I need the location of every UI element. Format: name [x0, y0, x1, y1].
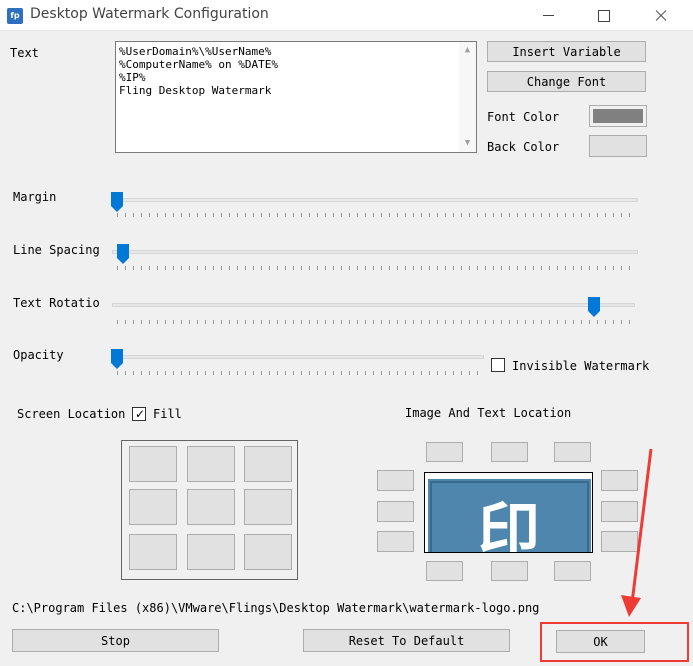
- text-rotation-slider-thumb[interactable]: [588, 297, 600, 317]
- text-rotation-slider-ticks: [117, 320, 631, 324]
- back-color-label: Back Color: [487, 140, 560, 154]
- back-color-swatch[interactable]: [589, 135, 647, 157]
- opacity-label: Opacity: [13, 348, 64, 362]
- font-color-fill: [593, 109, 643, 123]
- text-rotation-label: Text Rotatio: [13, 296, 100, 310]
- watermark-logo-preview: 印: [424, 472, 593, 553]
- location-bottom-left[interactable]: [426, 561, 463, 581]
- screen-location-middle-left[interactable]: [129, 489, 177, 525]
- logo-file-path: C:\Program Files (x86)\VMware\Flings\Des…: [12, 601, 540, 615]
- opacity-slider-thumb[interactable]: [111, 349, 123, 369]
- text-line: %UserDomain%\%UserName%: [119, 45, 272, 58]
- image-text-location-label: Image And Text Location: [405, 406, 572, 420]
- scroll-up-icon[interactable]: ▲: [459, 42, 476, 59]
- stop-button[interactable]: Stop: [12, 629, 219, 652]
- app-icon: fp: [7, 8, 23, 24]
- minimize-icon[interactable]: [526, 0, 572, 31]
- font-color-label: Font Color: [487, 110, 560, 124]
- screen-location-top-center[interactable]: [187, 446, 235, 482]
- fill-label: Fill: [153, 407, 182, 421]
- watermark-text-content: %UserDomain%\%UserName% %ComputerName% o…: [119, 45, 454, 97]
- location-bottom-right[interactable]: [554, 561, 591, 581]
- screen-location-grid: [121, 440, 298, 580]
- screen-location-middle-right[interactable]: [244, 489, 292, 525]
- text-rotation-slider-track[interactable]: [112, 303, 635, 307]
- maximize-icon[interactable]: [580, 0, 626, 31]
- location-top-center[interactable]: [491, 442, 528, 462]
- title-bar: fp Desktop Watermark Configuration: [0, 0, 693, 31]
- margin-slider-ticks: [117, 213, 637, 217]
- invisible-watermark-label: Invisible Watermark: [512, 359, 650, 373]
- vertical-scrollbar[interactable]: ▲ ▼: [459, 42, 476, 152]
- screen-location-top-left[interactable]: [129, 446, 177, 482]
- screen-location-label: Screen Location: [17, 407, 126, 421]
- ok-highlight-box: [540, 622, 689, 662]
- reset-default-button[interactable]: Reset To Default: [303, 629, 510, 652]
- text-line: %ComputerName% on %DATE%: [119, 58, 278, 71]
- seal-logo-icon: 印: [425, 473, 592, 553]
- screen-location-center[interactable]: [187, 489, 235, 525]
- location-left-bottom[interactable]: [377, 531, 414, 552]
- invisible-watermark-checkbox[interactable]: [491, 358, 505, 372]
- fill-checkbox[interactable]: ✓: [132, 407, 146, 421]
- screen-location-bottom-center[interactable]: [187, 534, 235, 570]
- line-spacing-slider-track[interactable]: [112, 250, 638, 254]
- text-line: Fling Desktop Watermark: [119, 84, 272, 97]
- seal-glyph: 印: [478, 495, 540, 553]
- text-label: Text: [10, 46, 39, 60]
- location-top-left[interactable]: [426, 442, 463, 462]
- location-bottom-center[interactable]: [491, 561, 528, 581]
- line-spacing-label: Line Spacing: [13, 243, 100, 257]
- location-top-right[interactable]: [554, 442, 591, 462]
- insert-variable-button[interactable]: Insert Variable: [487, 41, 646, 62]
- opacity-slider-ticks: [117, 371, 483, 375]
- red-arrow-icon: [621, 448, 653, 617]
- close-icon[interactable]: [638, 0, 684, 31]
- location-left-top[interactable]: [377, 470, 414, 491]
- line-spacing-slider-ticks: [117, 266, 637, 270]
- line-spacing-slider-thumb[interactable]: [117, 244, 129, 264]
- font-color-swatch[interactable]: [589, 105, 647, 127]
- margin-slider-thumb[interactable]: [111, 192, 123, 212]
- margin-label: Margin: [13, 190, 57, 204]
- screen-location-top-right[interactable]: [244, 446, 292, 482]
- change-font-button[interactable]: Change Font: [487, 71, 646, 92]
- opacity-slider-track[interactable]: [112, 355, 484, 359]
- margin-slider-track[interactable]: [112, 198, 638, 202]
- screen-location-bottom-right[interactable]: [244, 534, 292, 570]
- window-title: Desktop Watermark Configuration: [30, 6, 269, 22]
- text-line: %IP%: [119, 71, 146, 84]
- checkmark-icon: ✓: [135, 407, 146, 421]
- scroll-down-icon[interactable]: ▼: [459, 135, 476, 152]
- watermark-text-area[interactable]: %UserDomain%\%UserName% %ComputerName% o…: [115, 41, 477, 153]
- screen-location-bottom-left[interactable]: [129, 534, 177, 570]
- location-left-middle[interactable]: [377, 501, 414, 522]
